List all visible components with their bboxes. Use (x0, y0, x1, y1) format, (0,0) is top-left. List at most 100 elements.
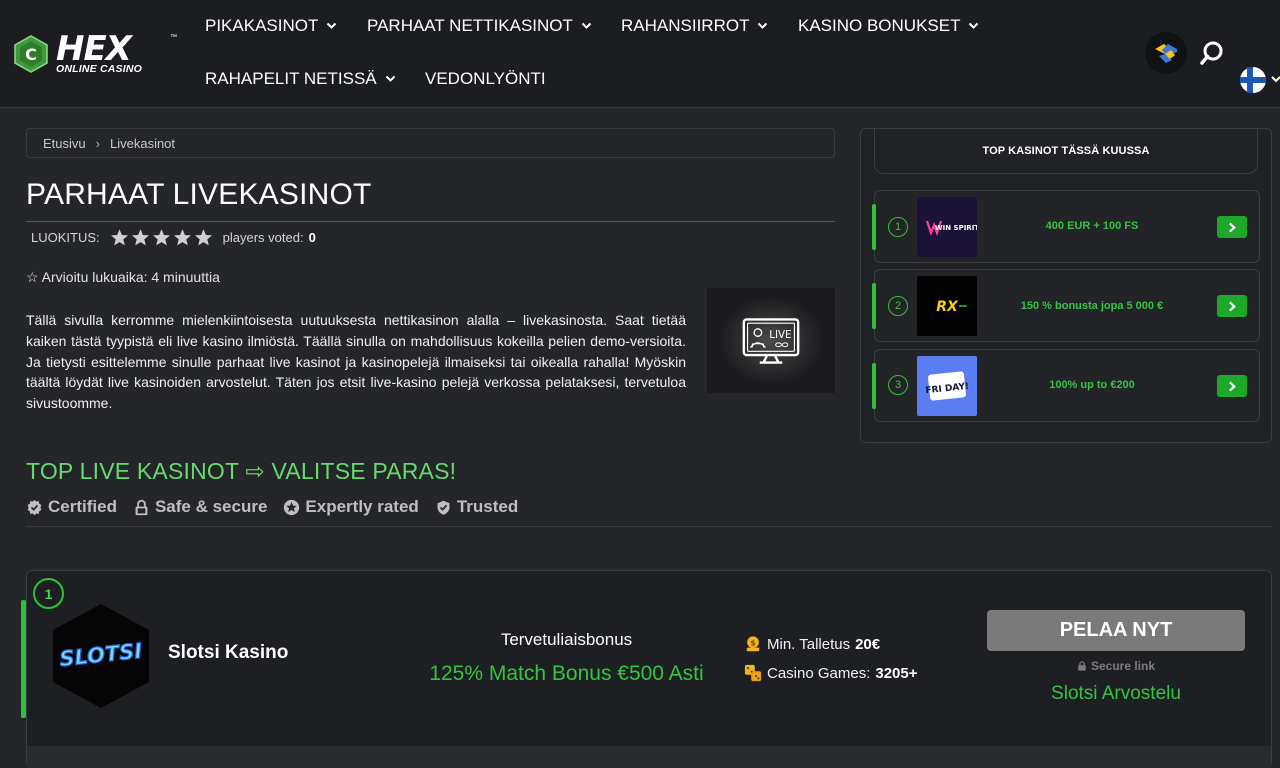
nav-item-label: PARHAAT NETTIKASINOT (367, 16, 573, 35)
star-icon[interactable] (194, 228, 213, 247)
sidebar-casino-logo[interactable]: RX (917, 276, 977, 336)
sidebar-casino-logo[interactable]: WIN SPIRIT (917, 197, 977, 257)
breadcrumb: Etusivu › Livekasinot (26, 128, 835, 158)
nav-item-label: RAHANSIIRROT (621, 16, 750, 35)
live-tv-label: LIVE (769, 329, 791, 341)
site-header: C HEX ™ ONLINE CASINO PIKAKASINOT PARHAA… (0, 0, 1280, 108)
star-icon[interactable] (110, 228, 129, 247)
search-icon[interactable] (1199, 40, 1225, 66)
logo-tagline: ONLINE CASINO (56, 63, 143, 75)
secure-link-label: Secure link (1090, 659, 1156, 673)
row-accent-bar (872, 363, 876, 409)
nav-item-parhaat-nettikasinot[interactable]: PARHAAT NETTIKASINOT (367, 16, 592, 36)
star-icon[interactable] (173, 228, 192, 247)
svg-text:$: $ (750, 637, 756, 647)
svg-text:C: C (25, 45, 37, 64)
section-title: TOP LIVE KASINOT ⇨ VALITSE PARAS! (26, 458, 457, 484)
live-tv-icon: LIVE (742, 317, 800, 364)
sidebar-logo-text: RX (936, 299, 959, 315)
breadcrumb-current: Livekasinot (109, 135, 176, 151)
rating-row: LUOKITUS: players voted: 0 (31, 228, 316, 247)
rated-star-icon (284, 499, 300, 515)
nav-item-label: VEDONLYÖNTI (425, 69, 546, 88)
nav-item-vedonlyonti[interactable]: VEDONLYÖNTI (425, 69, 546, 89)
nav-item-label: PIKAKASINOT (205, 16, 319, 35)
badge-label: Safe & secure (154, 497, 268, 516)
nav-item-rahapelit-netissa[interactable]: RAHAPELIT NETISSÄ (205, 69, 396, 89)
badge-label: Trusted (456, 497, 519, 516)
nav-item-pikakasinot[interactable]: PIKAKASINOT (205, 16, 337, 36)
chevron-right-icon (1228, 222, 1236, 232)
sidebar-bonus: 100% up to €200 (1049, 379, 1135, 391)
casino-review-link[interactable]: Slotsi Arvostelu (987, 683, 1245, 705)
card-accent-bar (21, 600, 26, 718)
money-bag-icon: $ (746, 636, 760, 652)
lock-icon (1078, 661, 1086, 671)
rating-stars[interactable] (110, 228, 213, 247)
sidebar-go-button[interactable] (1217, 216, 1247, 238)
finland-flag-icon[interactable] (1240, 66, 1280, 94)
row-accent-bar (872, 204, 876, 250)
trust-badges: Certified Safe & secure Expertly rated T… (26, 497, 534, 517)
casino-games-label: Casino Games: (767, 664, 871, 682)
chevron-right-icon (1228, 381, 1236, 391)
chevron-down-icon (327, 22, 337, 29)
title-divider (26, 221, 835, 222)
ukraine-support-icon[interactable] (1145, 32, 1187, 74)
badge-safe-secure: Safe & secure (133, 497, 267, 517)
nav-item-kasino-bonukset[interactable]: KASINO BONUKSET (798, 16, 979, 36)
min-deposit: $ Min. Talletus 20€ (744, 635, 880, 653)
secure-link: Secure link (987, 659, 1245, 673)
nav-item-label: RAHAPELIT NETISSÄ (205, 69, 377, 88)
page-title: PARHAAT LIVEKASINOT (26, 178, 372, 211)
sidebar-go-button[interactable] (1217, 295, 1247, 317)
votes-text: players voted: (222, 230, 304, 245)
live-casino-image: LIVE (707, 288, 835, 393)
intro-paragraph: Tällä sivulla kerromme mielenkiintoisest… (26, 312, 686, 412)
logo-badge-icon: C (14, 35, 48, 73)
star-icon[interactable] (131, 228, 150, 247)
sidebar-bonus: 150 % bonusta jopa 5 000 € (1020, 300, 1164, 312)
nav-item-rahansiirrot[interactable]: RAHANSIIRROT (621, 16, 768, 36)
chevron-down-icon (969, 22, 979, 29)
casino-games-value: 3205+ (875, 664, 918, 682)
play-now-button[interactable]: PELAA NYT (987, 610, 1245, 651)
min-deposit-value: 20€ (855, 635, 881, 653)
badge-label: Certified (48, 497, 117, 516)
breadcrumb-separator: › (95, 135, 100, 151)
min-deposit-label: Min. Talletus (767, 635, 851, 653)
lock-icon (135, 499, 148, 515)
sidebar-rank: 3 (888, 375, 908, 395)
sidebar-bonus: 400 EUR + 100 FS (1045, 220, 1139, 232)
logo-trademark: ™ (170, 34, 177, 41)
site-logo[interactable]: C HEX ™ ONLINE CASINO (14, 29, 179, 77)
chevron-down-icon (581, 22, 592, 29)
badge-trusted: Trusted (435, 497, 518, 517)
section-divider (26, 526, 1272, 527)
shield-check-icon (437, 500, 450, 515)
sidebar-title: TOP KASINOT TÄSSÄ KUUSSA (874, 128, 1258, 174)
dice-icon (744, 664, 762, 682)
bonus-label: Tervetuliaisbonus (500, 630, 633, 649)
sidebar-go-button[interactable] (1217, 375, 1247, 397)
casino-logo[interactable]: SLOTSI (50, 602, 152, 710)
casino-name[interactable]: Slotsi Kasino (168, 642, 288, 664)
star-icon[interactable] (152, 228, 171, 247)
badge-label: Expertly rated (305, 497, 419, 516)
row-accent-bar (872, 283, 876, 329)
rating-label: LUOKITUS: (31, 230, 100, 245)
card-footer-strip (27, 746, 1271, 768)
sidebar-casino-logo[interactable]: FRI DAY! (917, 356, 977, 416)
badge-certified: Certified (26, 497, 117, 517)
reading-time: ☆ Arvioitu lukuaika: 4 minuuttia (26, 269, 220, 285)
chevron-down-icon (385, 75, 395, 82)
sidebar-logo-text: WIN SPIRIT (935, 224, 977, 232)
badge-expertly-rated: Expertly rated (283, 497, 419, 517)
chevron-down-icon (758, 22, 768, 29)
breadcrumb-home-link[interactable]: Etusivu (43, 136, 86, 151)
main-nav: PIKAKASINOT PARHAAT NETTIKASINOT RAHANSI… (205, 0, 1065, 108)
votes-count: 0 (308, 230, 316, 245)
bonus-value: 125% Match Bonus €500 Asti (429, 662, 704, 685)
certified-icon (27, 499, 42, 515)
nav-item-label: KASINO BONUKSET (798, 16, 961, 35)
